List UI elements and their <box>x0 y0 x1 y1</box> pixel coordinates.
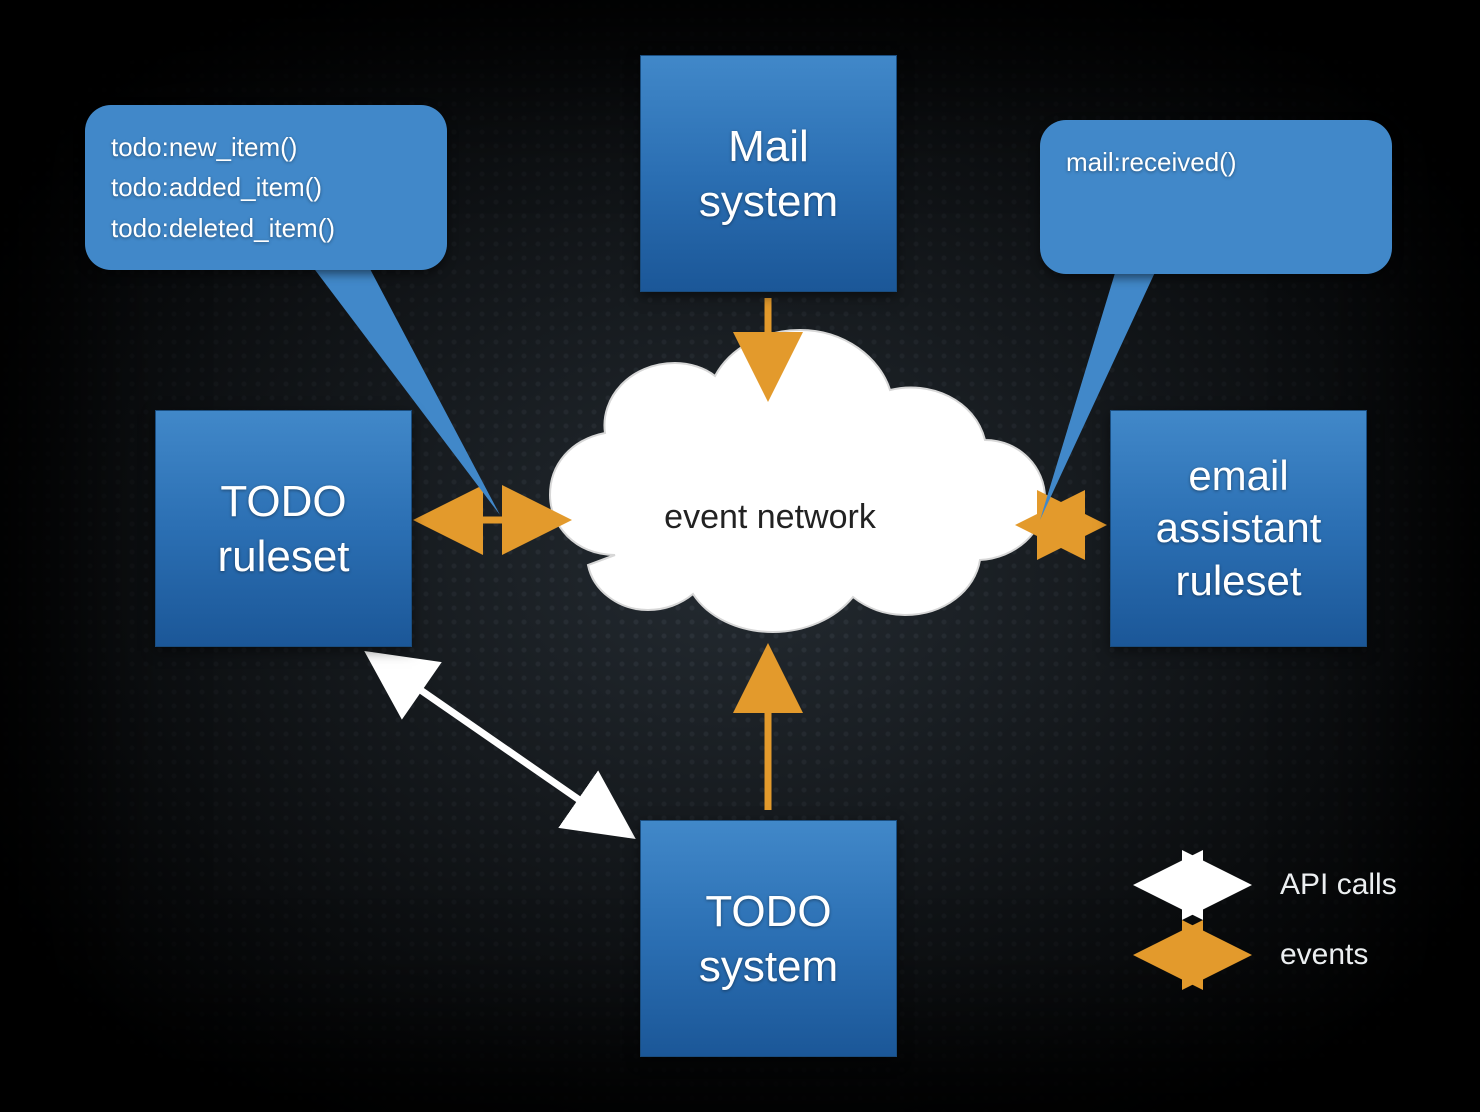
node-todo-system-label: TODOsystem <box>693 884 844 994</box>
callout-todo-events: todo:new_item() todo:added_item() todo:d… <box>85 105 447 270</box>
node-mail-system: Mailsystem <box>640 55 897 292</box>
callout-todo-line-1: todo:added_item() <box>111 167 421 207</box>
diagram-stage: Mailsystem TODOruleset emailassistantrul… <box>0 0 1480 1112</box>
node-todo-ruleset-label: TODOruleset <box>211 474 355 584</box>
callout-mail-line-0: mail:received() <box>1066 142 1366 182</box>
node-email-assistant-ruleset: emailassistantruleset <box>1110 410 1367 647</box>
node-event-network-label: event network <box>630 498 910 537</box>
callout-todo-line-2: todo:deleted_item() <box>111 208 421 248</box>
legend-api-calls-label: API calls <box>1280 868 1397 902</box>
node-email-assistant-label: emailassistantruleset <box>1150 450 1328 608</box>
callout-mail-events: mail:received() <box>1040 120 1392 274</box>
node-todo-ruleset: TODOruleset <box>155 410 412 647</box>
node-todo-system: TODOsystem <box>640 820 897 1057</box>
callout-todo-line-0: todo:new_item() <box>111 127 421 167</box>
node-mail-system-label: Mailsystem <box>693 119 844 229</box>
arrow-todo-ruleset-todo-system <box>370 655 630 835</box>
cloud-shape <box>550 330 1045 632</box>
legend-events-label: events <box>1280 938 1368 972</box>
